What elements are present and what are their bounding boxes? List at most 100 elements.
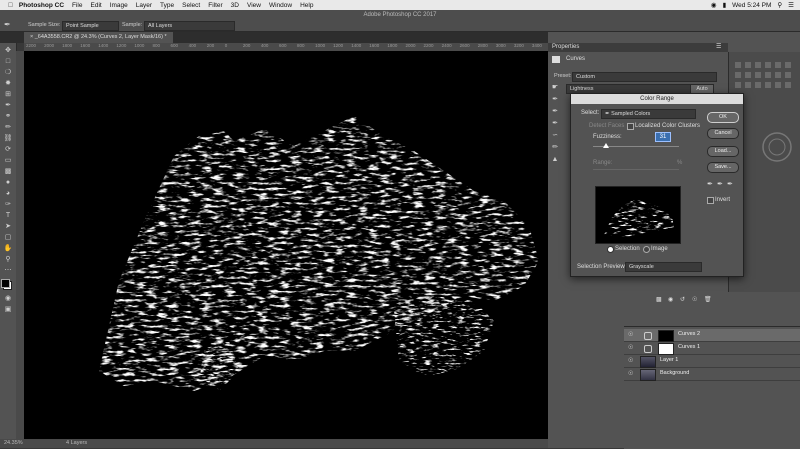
visibility-eye-icon[interactable]: ☉	[692, 296, 697, 303]
rectangle-tool-icon[interactable]: ▢	[3, 234, 13, 242]
draw-curve-icon[interactable]: ✏	[550, 144, 560, 152]
layer-row[interactable]: ☉ Background	[624, 368, 800, 381]
more-tools-icon[interactable]: ⋯	[3, 267, 13, 275]
eyedropper-subtract-icon[interactable]: ✒	[727, 180, 733, 188]
menubar-clock[interactable]: Wed 5:24 PM	[732, 2, 771, 9]
reset-icon[interactable]: ↺	[680, 296, 685, 303]
preset-select[interactable]: Custom	[572, 72, 717, 82]
foreground-color-swatch[interactable]	[1, 279, 10, 288]
eraser-tool-icon[interactable]: ▭	[3, 157, 13, 165]
localized-color-clusters-checkbox[interactable]	[627, 123, 634, 130]
hand-tool-icon[interactable]: ✋	[3, 245, 13, 253]
layer-visibility-eye-icon[interactable]: ☉	[628, 345, 634, 351]
properties-panel-title[interactable]: Properties	[552, 43, 579, 52]
gradient-tool-icon[interactable]: ▩	[3, 168, 13, 176]
curves-adjustment-icon	[644, 345, 652, 353]
eyedropper-icon[interactable]: ✒	[3, 102, 13, 110]
sample-size-select[interactable]: Point Sample	[62, 21, 119, 31]
fuzziness-input[interactable]: 31	[655, 132, 671, 142]
eyedropper-tool-icon[interactable]: ✒	[4, 20, 11, 29]
invert-checkbox[interactable]	[707, 197, 714, 204]
layer-row[interactable]: ☉ Layer 1	[624, 355, 800, 368]
menu-file[interactable]: File	[72, 2, 82, 9]
zoom-tool-icon[interactable]: ⚲	[3, 256, 13, 264]
battery-icon[interactable]: ▮	[723, 1, 727, 9]
document-tab[interactable]: × _64A3558.CR2 @ 24.3% (Curves 2, Layer …	[24, 32, 173, 43]
cancel-button[interactable]: Cancel	[707, 128, 739, 139]
view-previous-icon[interactable]: ◉	[668, 296, 673, 303]
menu-app-name[interactable]: Photoshop CC	[19, 2, 64, 9]
detect-faces-label[interactable]: Detect Faces	[589, 123, 624, 129]
fuzziness-slider[interactable]	[593, 143, 679, 148]
sample-black-point-icon[interactable]: ✒	[550, 96, 560, 104]
menu-view[interactable]: View	[247, 2, 261, 9]
dodge-tool-icon[interactable]: ◕	[3, 190, 13, 198]
menu-filter[interactable]: Filter	[208, 2, 222, 9]
marquee-tool-icon[interactable]: □	[3, 58, 13, 66]
layer-name[interactable]: Curves 1	[678, 344, 700, 350]
eyedropper-add-icon[interactable]: ✒	[717, 180, 723, 188]
layer-name[interactable]: Background	[660, 370, 689, 376]
layer-thumbnail[interactable]	[640, 369, 656, 381]
save-button[interactable]: Save...	[707, 162, 739, 173]
healing-brush-tool-icon[interactable]: ⚭	[3, 113, 13, 121]
image-radio[interactable]	[643, 246, 650, 253]
sample-gray-point-icon[interactable]: ✒	[550, 108, 560, 116]
wifi-icon[interactable]: ◉	[711, 1, 717, 9]
sample-white-point-icon[interactable]: ✒	[550, 120, 560, 128]
selection-preview-select[interactable]: Grayscale	[625, 262, 702, 272]
status-zoom[interactable]: 24.35%	[4, 439, 23, 448]
spotlight-search-icon[interactable]: ⚲	[777, 1, 782, 9]
range-slider[interactable]	[593, 169, 679, 170]
lasso-tool-icon[interactable]: ❍	[3, 69, 13, 77]
layer-visibility-eye-icon[interactable]: ☉	[628, 358, 634, 364]
quick-selection-tool-icon[interactable]: ✸	[3, 80, 13, 88]
menu-select[interactable]: Select	[182, 2, 200, 9]
layer-thumbnail[interactable]	[640, 356, 656, 368]
history-brush-tool-icon[interactable]: ⟳	[3, 146, 13, 154]
apple-icon[interactable]: 	[8, 2, 13, 9]
sample-select[interactable]: All Layers	[144, 21, 235, 31]
edit-points-icon[interactable]: ∽	[550, 132, 560, 140]
blur-tool-icon[interactable]: ●	[3, 179, 13, 187]
menu-edit[interactable]: Edit	[91, 2, 102, 9]
clip-to-layer-icon[interactable]: ▩	[656, 296, 662, 303]
layer-visibility-eye-icon[interactable]: ☉	[628, 332, 634, 338]
layer-mask-thumbnail[interactable]	[658, 330, 674, 342]
layer-mask-thumbnail[interactable]	[658, 343, 674, 355]
trash-icon[interactable]: 🗑	[704, 296, 712, 303]
eyedropper-sample-icon[interactable]: ✒	[707, 180, 713, 188]
document-canvas[interactable]	[24, 51, 548, 439]
fuzziness-slider-thumb[interactable]	[603, 143, 610, 148]
selection-radio[interactable]	[607, 246, 614, 253]
load-button[interactable]: Load...	[707, 146, 739, 157]
path-selection-tool-icon[interactable]: ➤	[3, 223, 13, 231]
layer-row[interactable]: ☉ Curves 1	[624, 342, 800, 355]
quick-mask-icon[interactable]: ◉	[3, 295, 13, 303]
menu-layer[interactable]: Layer	[136, 2, 152, 9]
histogram-icon[interactable]: ▲	[550, 156, 560, 164]
ok-button[interactable]: OK	[707, 112, 739, 123]
pen-tool-icon[interactable]: ✑	[3, 201, 13, 209]
selection-preview-thumbnail[interactable]	[595, 186, 681, 244]
screen-mode-icon[interactable]: ▣	[3, 306, 13, 314]
crop-tool-icon[interactable]: ⊞	[3, 91, 13, 99]
select-dropdown[interactable]: ✒ Sampled Colors	[601, 109, 696, 119]
menu-image[interactable]: Image	[110, 2, 128, 9]
notification-center-icon[interactable]: ☰	[788, 1, 794, 9]
layer-row[interactable]: ☉ Curves 2	[624, 329, 800, 342]
menu-type[interactable]: Type	[160, 2, 174, 9]
type-tool-icon[interactable]: T	[3, 212, 13, 220]
brush-tool-icon[interactable]: ✏	[3, 124, 13, 132]
panel-menu-icon[interactable]: ☰	[716, 43, 721, 52]
menu-help[interactable]: Help	[300, 2, 313, 9]
menu-3d[interactable]: 3D	[231, 2, 239, 9]
move-tool-icon[interactable]: ✥	[3, 47, 13, 55]
on-image-adjust-icon[interactable]: ☛	[550, 84, 560, 92]
layer-visibility-eye-icon[interactable]: ☉	[628, 371, 634, 377]
menu-window[interactable]: Window	[269, 2, 292, 9]
document-tab-close-icon[interactable]: ×	[30, 34, 33, 40]
layer-name[interactable]: Curves 2	[678, 331, 700, 337]
clone-stamp-tool-icon[interactable]: ⛓	[3, 135, 13, 143]
layer-name[interactable]: Layer 1	[660, 357, 678, 363]
